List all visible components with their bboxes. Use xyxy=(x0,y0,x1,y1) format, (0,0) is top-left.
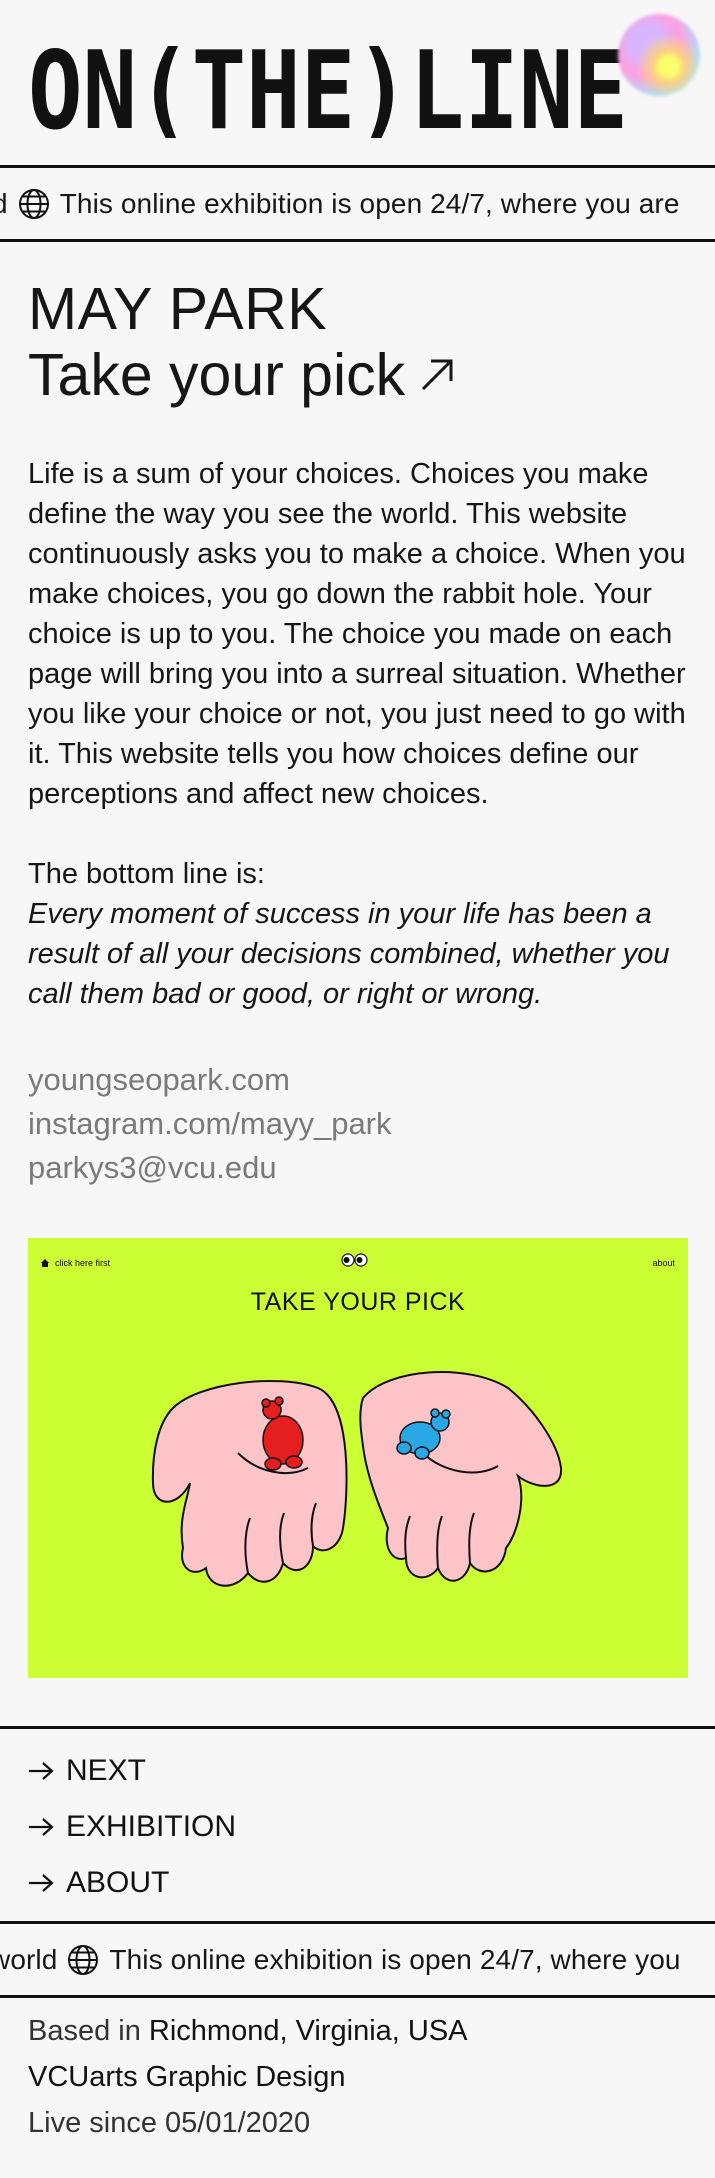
footer-location: Based in Richmond, Virginia, USA xyxy=(28,2008,687,2054)
nav-about-label: ABOUT xyxy=(66,1866,170,1899)
footer-live-since: Live since 05/01/2020 xyxy=(28,2107,311,2139)
globe-icon xyxy=(18,188,50,220)
project-main: MAY PARK Take your pick Life is a sum of… xyxy=(0,276,715,1678)
globe-icon xyxy=(67,1944,99,1976)
nav-next-label: NEXT xyxy=(66,1754,147,1787)
arrow-up-right-icon xyxy=(419,357,455,393)
ticker-text: This online exhibition is open 24/7, whe… xyxy=(59,187,680,219)
nav-next-link[interactable]: NEXT xyxy=(28,1743,715,1799)
left-hand xyxy=(151,1379,348,1587)
project-preview-image[interactable]: click here first about TAKE YOUR PICK xyxy=(28,1238,688,1678)
site-header: ON(THE)LINE xyxy=(0,0,715,168)
ticker-fragment: d xyxy=(0,188,8,220)
footer-location-value: Richmond, Virginia, USA xyxy=(148,2015,468,2047)
right-hand xyxy=(359,1371,563,1582)
project-nav: NEXT EXHIBITION ABOUT xyxy=(0,1726,715,1924)
website-link[interactable]: youngseopark.com xyxy=(28,1058,687,1102)
bottom-line-label: The bottom line is: xyxy=(28,858,265,890)
gradient-orb xyxy=(618,14,700,96)
arrow-right-icon xyxy=(28,1873,54,1893)
project-title-link[interactable]: Take your pick xyxy=(28,342,687,408)
artist-links: youngseopark.com instagram.com/mayy_park… xyxy=(28,1058,687,1190)
svg-text:ON(THE)LINE: ON(THE)LINE xyxy=(28,38,628,138)
nav-exhibition-link[interactable]: EXHIBITION xyxy=(28,1799,715,1855)
nav-about-link[interactable]: ABOUT xyxy=(28,1855,715,1911)
marquee-ticker: d This online exhibition is open 24/7, w… xyxy=(0,168,715,242)
arrow-right-icon xyxy=(28,1817,54,1837)
project-description: Life is a sum of your choices. Choices y… xyxy=(28,458,686,810)
email-link[interactable]: parkys3@vcu.edu xyxy=(28,1146,687,1190)
marquee-ticker-bottom: world This online exhibition is open 24/… xyxy=(0,1924,715,1998)
project-title: Take your pick xyxy=(28,342,406,408)
site-logo: ON(THE)LINE xyxy=(28,38,628,138)
artist-name: MAY PARK xyxy=(28,276,328,342)
footer-school: VCUarts Graphic Design xyxy=(28,2061,346,2093)
bottom-line-quote: Every moment of success in your life has… xyxy=(28,898,670,1010)
nav-exhibition-label: EXHIBITION xyxy=(66,1810,237,1843)
ticker-text: This online exhibition is open 24/7, whe… xyxy=(109,1943,681,1975)
footer-based-prefix: Based in xyxy=(28,2015,141,2047)
hands-illustration xyxy=(151,1371,563,1587)
ticker-fragment: world xyxy=(0,1943,58,1975)
arrow-right-icon xyxy=(28,1761,54,1781)
instagram-link[interactable]: instagram.com/mayy_park xyxy=(28,1102,687,1146)
site-footer: Based in Richmond, Virginia, USA VCUarts… xyxy=(0,1998,715,2146)
